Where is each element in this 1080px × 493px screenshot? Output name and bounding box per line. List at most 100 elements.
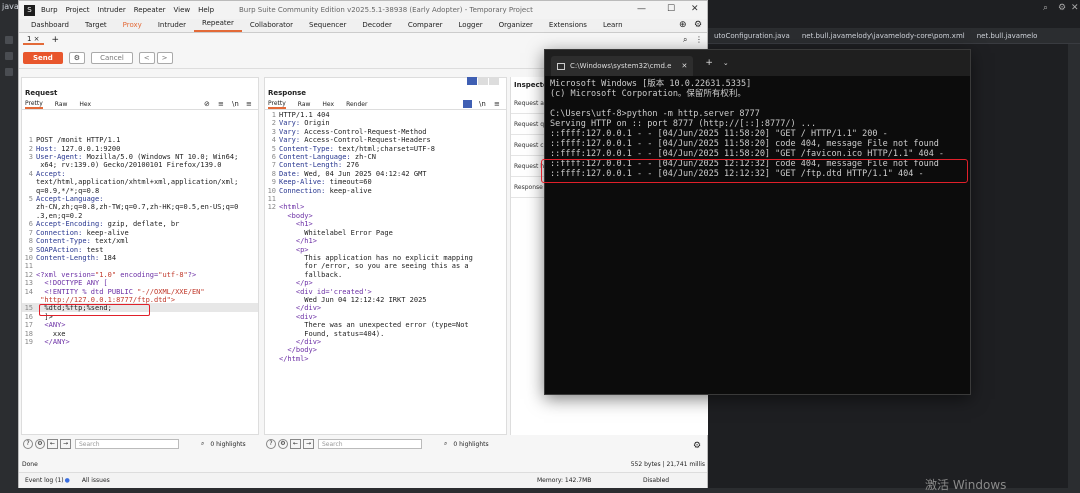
line-text: .3,en;q=0.2 [36, 211, 83, 220]
tab-learn[interactable]: Learn [595, 21, 631, 32]
next-button[interactable]: > [156, 51, 173, 64]
code-line: 19 </ANY> [24, 338, 256, 346]
code-line: </html> [267, 355, 504, 363]
search-icon[interactable]: ⌕ [201, 440, 204, 448]
add-tab-icon[interactable]: + [52, 35, 60, 45]
line-number: 16 [24, 312, 33, 321]
settings-icon[interactable]: ⚙ [694, 20, 702, 30]
cmd-tab[interactable]: C:\Windows\system32\cmd.e ✕ [551, 56, 694, 76]
close-tab-icon[interactable]: ✕ [681, 62, 687, 70]
settings-icon[interactable]: ⚙ [1058, 3, 1066, 13]
back-icon[interactable]: ← [290, 439, 301, 449]
new-tab-icon[interactable]: + [705, 58, 713, 68]
menu-icon[interactable]: ≡ [494, 100, 500, 108]
tab-repeater[interactable]: Repeater [194, 19, 242, 32]
folder-icon[interactable] [5, 36, 13, 44]
wrap-icon[interactable]: ≡ [218, 100, 224, 108]
close-icon[interactable]: ✕ [1071, 3, 1079, 13]
tab-collaborator[interactable]: Collaborator [242, 21, 301, 32]
all-issues-link[interactable]: All issues [82, 477, 110, 484]
hide-icon[interactable]: ⊘ [204, 100, 210, 108]
newline-icon[interactable]: \n [479, 100, 486, 108]
menu-icon[interactable]: ≡ [246, 100, 252, 108]
response-search-input[interactable]: Search [318, 439, 422, 449]
newline-icon[interactable]: \n [232, 100, 239, 108]
line-text: Accept-Language: [36, 195, 104, 204]
dropdown-icon[interactable]: ⌄ [723, 59, 729, 67]
maximize-icon[interactable]: ☐ [667, 4, 675, 14]
response-editor[interactable]: 1 HTTP/1.1 404 2 Vary: Origin 3 Vary: Access-… [265, 110, 506, 364]
cmd-line: C:\Users\utf-8>python -m http.server 877… [550, 109, 760, 119]
ide-editor-tab[interactable]: net.bull.javamelo [971, 32, 1044, 40]
line-text: Connection: keep-alive [279, 186, 372, 195]
code-line: x64; rv:139.0) Gecko/20100101 Firefox/13… [24, 161, 256, 169]
view-tab-pretty[interactable]: Pretty [268, 100, 286, 109]
layout-split-icon[interactable] [467, 77, 477, 85]
menu-item[interactable]: Help [198, 6, 214, 14]
search-icon[interactable]: ⌕ [444, 440, 447, 448]
settings-icon[interactable]: ⚙ [68, 51, 86, 64]
event-log-link[interactable]: Event log (1) [25, 477, 64, 484]
ide-editor-tab[interactable]: utoConfiguration.java [708, 32, 796, 40]
view-tab-pretty[interactable]: Pretty [25, 100, 43, 109]
view-tab-raw[interactable]: Raw [298, 101, 311, 108]
tab-decoder[interactable]: Decoder [354, 21, 399, 32]
line-text: POST /monit HTTP/1.1 [36, 136, 121, 145]
tab-intruder[interactable]: Intruder [150, 21, 194, 32]
layout-vertical-icon[interactable] [489, 77, 499, 85]
view-tab-hex[interactable]: Hex [79, 101, 91, 108]
prev-button[interactable]: < [138, 51, 155, 64]
forward-icon[interactable]: → [60, 439, 71, 449]
burp-logo-icon: S [24, 4, 35, 16]
menu-item[interactable]: Project [66, 6, 90, 14]
proxy-status[interactable]: Disabled [643, 477, 669, 484]
structure-icon[interactable] [5, 52, 13, 60]
tab-dashboard[interactable]: Dashboard [23, 21, 77, 32]
cancel-button[interactable]: Cancel [91, 51, 133, 64]
tab-comparer[interactable]: Comparer [400, 21, 451, 32]
burp-titlebar: S Burp Project Intruder Repeater View Help Bu… [19, 1, 707, 19]
back-icon[interactable]: ← [47, 439, 58, 449]
code-line: 6 Content-Language: zh-CN [267, 153, 504, 161]
forward-icon[interactable]: → [303, 439, 314, 449]
format-icon[interactable] [463, 100, 472, 108]
search-icon[interactable]: ⌕ [1043, 3, 1048, 13]
minimize-icon[interactable]: — [637, 4, 646, 14]
terminal-icon [557, 62, 565, 70]
globe-icon[interactable]: ⊕ [679, 20, 687, 30]
settings-icon[interactable]: ⚙ [35, 439, 45, 449]
view-tab-render[interactable]: Render [346, 101, 367, 108]
close-icon[interactable]: ✕ [691, 4, 699, 14]
menu-item[interactable]: View [174, 6, 191, 14]
settings-icon[interactable]: ⚙ [278, 439, 288, 449]
search-icon[interactable]: ⌕ [683, 35, 687, 45]
ide-editor-tab[interactable]: net.bull.javamelody\javamelody-core\pom.… [796, 32, 971, 40]
code-line: 18 xxe [24, 330, 256, 338]
help-icon[interactable]: ? [23, 439, 33, 449]
tab-sequencer[interactable]: Sequencer [301, 21, 354, 32]
menu-item[interactable]: Repeater [134, 6, 166, 14]
view-tab-raw[interactable]: Raw [55, 101, 68, 108]
bookmark-icon[interactable] [5, 68, 13, 76]
menu-bar: Burp Project Intruder Repeater View Help [41, 6, 222, 14]
line-text: for /error, so you are seeing this as a [279, 262, 469, 271]
repeater-tab-1[interactable]: 1 × [23, 35, 44, 45]
response-view-tabs: Pretty Raw Hex Render \n ≡ [265, 99, 506, 110]
layout-horizontal-icon[interactable] [478, 77, 488, 85]
code-line: .3,en;q=0.2 [24, 212, 256, 220]
more-icon[interactable]: ⋮ [695, 35, 703, 44]
request-search-input[interactable]: Search [75, 439, 179, 449]
response-stats: 552 bytes | 21,741 millis [630, 461, 705, 468]
view-tab-hex[interactable]: Hex [322, 101, 334, 108]
tab-extensions[interactable]: Extensions [541, 21, 595, 32]
tab-target[interactable]: Target [77, 21, 115, 32]
menu-item[interactable]: Intruder [98, 6, 126, 14]
send-button[interactable]: Send [23, 51, 63, 64]
code-line: 10 Connection: keep-alive [267, 187, 504, 195]
help-icon[interactable]: ? [266, 439, 276, 449]
tab-organizer[interactable]: Organizer [491, 21, 541, 32]
tab-proxy[interactable]: Proxy [115, 21, 150, 32]
menu-item[interactable]: Burp [41, 6, 58, 14]
settings-icon[interactable]: ⚙ [693, 441, 701, 451]
tab-logger[interactable]: Logger [451, 21, 491, 32]
